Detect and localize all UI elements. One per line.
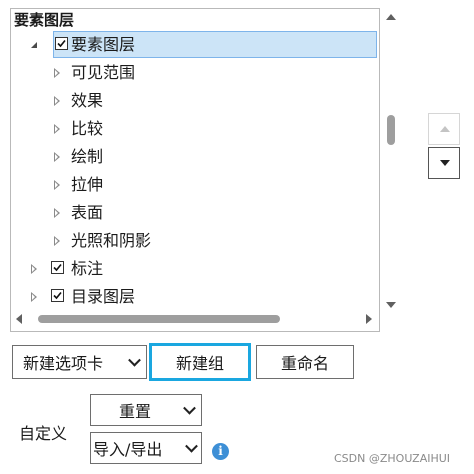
- tree-item-label: 比较: [71, 119, 104, 138]
- dropdown-label: 重置: [119, 402, 152, 421]
- move-up-button[interactable]: [428, 113, 460, 145]
- import-export-dropdown[interactable]: 导入/导出: [90, 432, 202, 464]
- tree-item-labeling[interactable]: 标注: [11, 255, 379, 282]
- customize-label: 自定义: [19, 424, 68, 443]
- tree-item-label: 标注: [71, 259, 104, 278]
- triangle-down-icon: [440, 160, 450, 166]
- chevron-down-icon: [183, 401, 196, 415]
- scroll-thumb[interactable]: [38, 315, 280, 323]
- chevron-down-icon: [128, 353, 141, 367]
- tree-item-feature-layer[interactable]: 要素图层: [11, 31, 379, 58]
- expand-icon[interactable]: [51, 199, 63, 226]
- tree-item-label: 表面: [71, 203, 104, 222]
- tree-item-label: 拉伸: [71, 175, 104, 194]
- watermark-text: CSDN @ZHOUZAIHUI: [334, 452, 451, 465]
- tree-item-label: 效果: [71, 91, 104, 110]
- checkbox-icon[interactable]: [51, 289, 64, 302]
- button-label: 新建组: [175, 354, 224, 373]
- tree-item-catalog-layer[interactable]: 目录图层: [11, 283, 379, 310]
- rename-button[interactable]: 重命名: [256, 345, 354, 379]
- scroll-thumb[interactable]: [387, 115, 395, 145]
- move-down-button[interactable]: [428, 147, 460, 179]
- expand-icon[interactable]: [51, 59, 63, 86]
- scroll-down-icon[interactable]: [386, 302, 396, 308]
- new-group-button[interactable]: 新建组: [149, 343, 251, 381]
- chevron-down-icon: [185, 439, 198, 453]
- expand-icon[interactable]: [51, 115, 63, 142]
- tree-item-surface[interactable]: 表面: [11, 199, 379, 226]
- scroll-up-icon[interactable]: [386, 14, 396, 20]
- dropdown-label: 导入/导出: [93, 440, 163, 459]
- vertical-scrollbar[interactable]: [383, 10, 399, 308]
- dropdown-label: 新建选项卡: [23, 354, 104, 373]
- tree-item-label: 可见范围: [71, 63, 136, 82]
- collapse-icon[interactable]: [28, 31, 40, 58]
- tree-item-label: 绘制: [71, 147, 104, 166]
- expand-icon[interactable]: [51, 143, 63, 170]
- horizontal-scrollbar[interactable]: [12, 311, 376, 327]
- expand-icon[interactable]: [51, 87, 63, 114]
- expand-icon[interactable]: [28, 255, 40, 282]
- scroll-right-icon[interactable]: [366, 314, 372, 324]
- scroll-left-icon[interactable]: [16, 314, 22, 324]
- ribbon-tree-view[interactable]: 要素图层 要素图层 可见范围 效果 比较 绘制 拉伸 表面 光照和阴影 标注 目…: [10, 8, 380, 332]
- tree-item-label: 光照和阴影: [71, 231, 152, 250]
- expand-icon[interactable]: [51, 227, 63, 254]
- tree-item-effects[interactable]: 效果: [11, 87, 379, 114]
- tree-item-lighting-shadow[interactable]: 光照和阴影: [11, 227, 379, 254]
- reset-dropdown[interactable]: 重置: [90, 394, 202, 426]
- button-label: 重命名: [280, 354, 329, 373]
- expand-icon[interactable]: [51, 171, 63, 198]
- triangle-up-icon: [440, 126, 450, 132]
- checkbox-icon[interactable]: [51, 261, 64, 274]
- tree-item-visible-range[interactable]: 可见范围: [11, 59, 379, 86]
- checkbox-icon[interactable]: [55, 37, 68, 50]
- tree-item-compare[interactable]: 比较: [11, 115, 379, 142]
- new-tab-dropdown[interactable]: 新建选项卡: [12, 345, 147, 379]
- tree-item-draw[interactable]: 绘制: [11, 143, 379, 170]
- tree-item-label: 目录图层: [71, 287, 136, 306]
- expand-icon[interactable]: [28, 283, 40, 310]
- info-icon[interactable]: i: [212, 443, 229, 460]
- tree-item-extrude[interactable]: 拉伸: [11, 171, 379, 198]
- tree-item-label: 要素图层: [71, 35, 136, 54]
- tree-group-header: 要素图层: [14, 11, 75, 29]
